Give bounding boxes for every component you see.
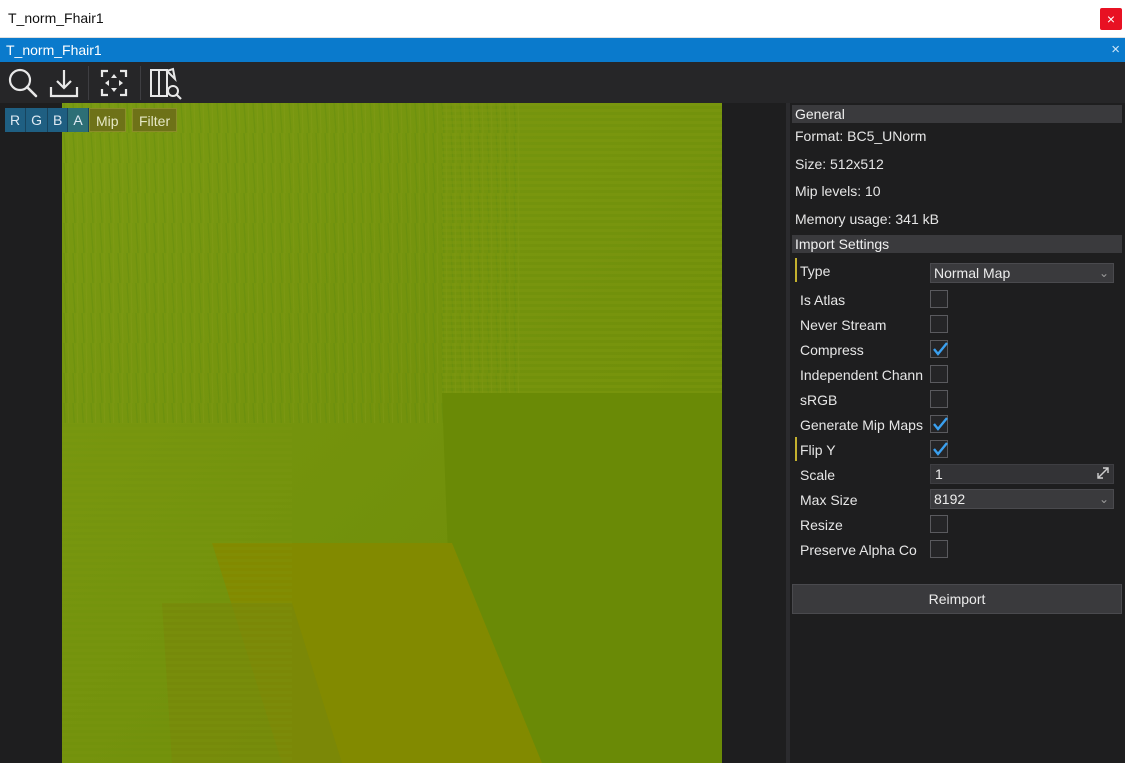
channel-toggles: R G B A [5,108,89,132]
resize-label: Resize [800,517,843,533]
srgb-label: sRGB [800,392,838,408]
toolbar [0,62,1125,103]
format-info: Format: BC5_UNorm [795,128,927,144]
texture-image [62,103,722,763]
filter-button[interactable]: Filter [132,108,178,132]
chevron-down-icon: ⌄ [1098,266,1109,280]
scale-input[interactable]: 1 [930,464,1114,484]
preserve-alpha-checkbox[interactable] [930,540,948,558]
max-size-dropdown[interactable]: 8192 ⌄ [930,489,1114,509]
import-settings-header[interactable]: Import Settings [792,235,1122,253]
window-close-button[interactable]: × [1100,8,1122,30]
flip-y-label: Flip Y [800,442,836,458]
generate-mip-maps-checkbox[interactable] [930,415,948,433]
modified-marker [795,258,797,282]
center-view-button[interactable] [96,65,132,101]
texture-preview [62,103,722,763]
max-size-label: Max Size [800,492,858,508]
texture-viewport[interactable] [0,103,786,763]
docs-search-icon [150,67,182,100]
resize-checkbox[interactable] [930,515,948,533]
independent-channels-checkbox[interactable] [930,365,948,383]
mip-levels-info: Mip levels: 10 [795,183,881,199]
window-title: T_norm_Fhair1 [8,10,104,26]
toolbar-separator [140,66,141,100]
compress-label: Compress [800,342,864,358]
scale-value: 1 [935,466,943,482]
import-icon [49,70,79,98]
tab-close-button[interactable]: × [1111,41,1120,58]
memory-info: Memory usage: 341 kB [795,211,939,227]
generate-mip-maps-label: Generate Mip Maps [800,417,923,433]
scale-label: Scale [800,467,836,483]
general-header[interactable]: General [792,105,1122,123]
checkmark-icon [933,342,948,356]
channel-b-toggle[interactable]: B [48,108,69,132]
srgb-checkbox[interactable] [930,390,948,408]
toolbar-separator [88,66,89,100]
independent-channels-label: Independent Chann [800,367,923,383]
compress-checkbox[interactable] [930,340,948,358]
max-size-value: 8192 [934,491,966,507]
never-stream-checkbox[interactable] [930,315,948,333]
type-label: Type [800,263,831,279]
is-atlas-checkbox[interactable] [930,290,948,308]
window-titlebar: T_norm_Fhair1 × [0,0,1125,38]
search-icon [8,68,38,98]
flip-y-checkbox[interactable] [930,440,948,458]
reimport-button[interactable]: Reimport [792,584,1122,614]
modified-marker [795,437,797,461]
mip-button[interactable]: Mip [89,108,126,132]
size-info: Size: 512x512 [795,156,884,172]
channel-r-toggle[interactable]: R [5,108,27,132]
expand-icon[interactable] [1096,466,1110,484]
chevron-down-icon: ⌄ [1098,492,1109,506]
channel-a-toggle[interactable]: A [68,108,89,132]
docs-search-button[interactable] [147,65,183,101]
preserve-alpha-label: Preserve Alpha Co [800,542,917,558]
type-dropdown[interactable]: Normal Map ⌄ [930,263,1114,283]
import-button[interactable] [46,65,82,101]
center-view-icon [100,69,128,97]
checkmark-icon [933,417,948,431]
never-stream-label: Never Stream [800,317,887,333]
is-atlas-label: Is Atlas [800,292,846,308]
type-value: Normal Map [934,265,1011,281]
properties-panel: General Format: BC5_UNorm Size: 512x512 … [790,103,1125,763]
channel-g-toggle[interactable]: G [26,108,49,132]
tab-title: T_norm_Fhair1 [6,42,102,58]
editor-tab-bar: T_norm_Fhair1 × [0,38,1125,62]
checkmark-icon [933,442,948,456]
search-button[interactable] [4,65,40,101]
